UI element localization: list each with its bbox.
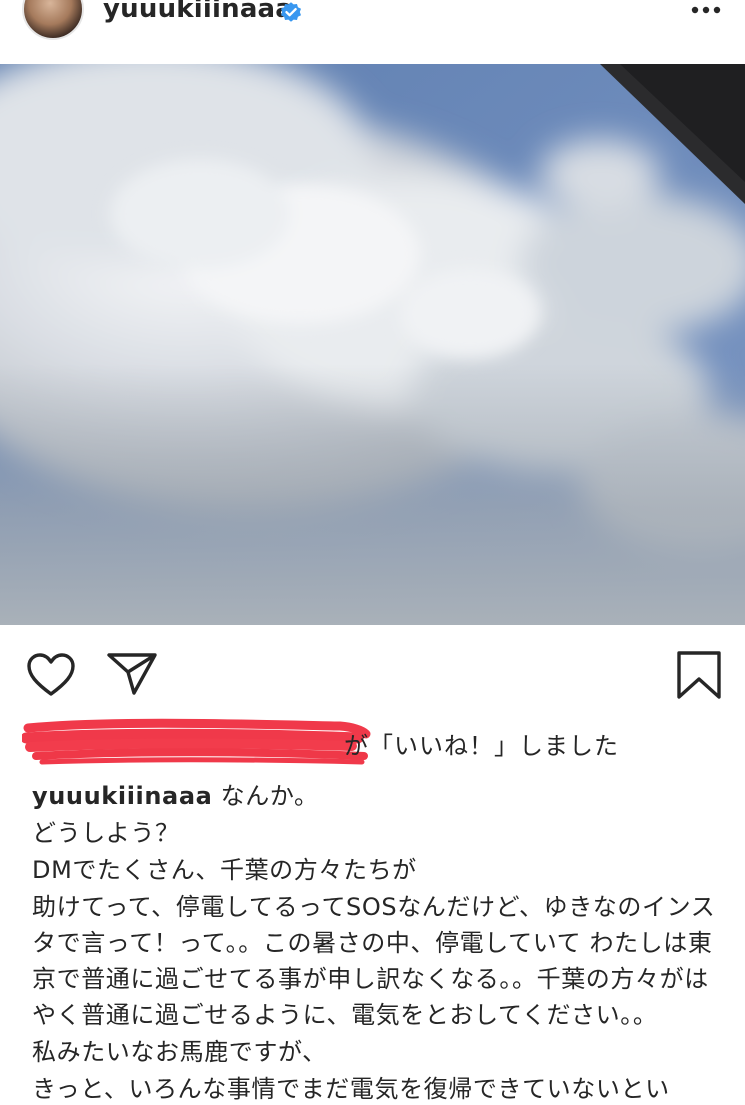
post-photo[interactable] xyxy=(0,64,745,625)
caption-first-line: yuuukiiinaaa なんか。 xyxy=(32,778,722,814)
bookmark-icon[interactable] xyxy=(676,650,722,700)
verified-badge-icon xyxy=(281,2,301,22)
likes-text: が「いいね！」しました xyxy=(344,732,619,760)
send-icon[interactable] xyxy=(106,652,158,696)
redaction-scribble xyxy=(22,718,371,765)
post-header: yuuukiiinaaa xyxy=(0,0,745,48)
caption-line: DMでたくさん、千葉の方々たちが xyxy=(32,856,417,884)
likes-line[interactable]: が「いいね！」しました xyxy=(22,716,722,768)
caption-line: 助けてって、停電してるってSOSなんだけど、ゆきなのインスタで言って！って。。こ… xyxy=(32,893,716,1029)
heart-icon[interactable] xyxy=(26,652,76,698)
caption-username[interactable]: yuuukiiinaaa xyxy=(32,782,212,810)
avatar[interactable] xyxy=(22,0,84,40)
username[interactable]: yuuukiiinaaa xyxy=(103,0,293,24)
sky-cloud-image xyxy=(0,64,745,625)
more-options-icon[interactable] xyxy=(690,2,722,18)
caption-first-text: なんか。 xyxy=(220,782,319,810)
caption-line: どうしよう？ xyxy=(32,819,180,847)
caption-line: きっと、いろんな事情でまだ電気を復帰できていないとい xyxy=(32,1075,670,1103)
caption-line: 私みたいなお馬鹿ですが、 xyxy=(32,1038,327,1066)
caption: yuuukiiinaaa なんか。 どうしよう？ DMでたくさん、千葉の方々たち… xyxy=(32,778,722,1105)
